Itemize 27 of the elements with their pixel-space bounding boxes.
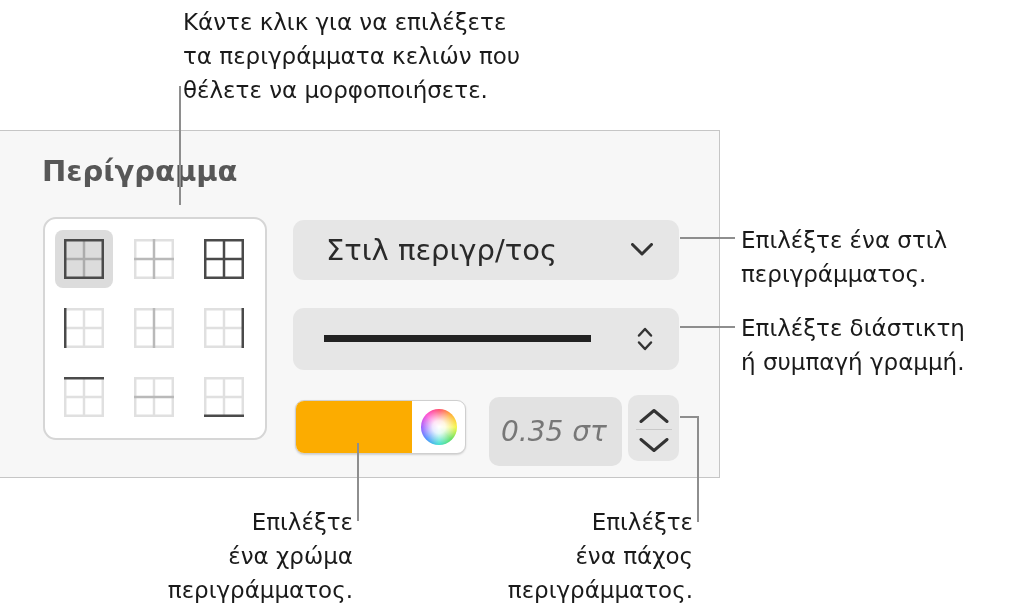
border-option[interactable]	[55, 229, 113, 288]
right-border-icon	[204, 307, 244, 348]
chevron-down-icon	[631, 243, 653, 256]
top-border-icon	[64, 376, 104, 417]
leader-line	[679, 326, 736, 328]
color-wheel-icon	[420, 408, 457, 445]
callout-text: Επιλέξτε ένα πάχος περιγράμματος.	[507, 508, 693, 605]
border-style-dropdown[interactable]: Στιλ περιγρ/τος	[293, 219, 679, 280]
width-stepper[interactable]	[628, 394, 679, 461]
all-borders-icon	[204, 238, 244, 279]
callout-text: Επιλέξτε ένα χρώμα περιγράμματος.	[167, 508, 353, 605]
color-well[interactable]	[295, 399, 466, 454]
outer-border-icon	[64, 238, 104, 279]
left-border-icon	[64, 307, 104, 348]
callout-text: Επιλέξτε διάστικτη ή συμπαγή γραμμή.	[741, 314, 965, 377]
leader-line	[679, 237, 736, 239]
up-down-chevron-icon	[637, 325, 653, 352]
inner-borders-icon	[134, 238, 174, 279]
inner-horizontal-border-icon	[134, 376, 174, 417]
line-style-popup[interactable]	[293, 307, 679, 370]
callout-text: Επιλέξτε ένα στιλ περιγράμματος.	[741, 226, 948, 289]
callout-text: Κάντε κλικ για να επιλέξετε τα περιγράμματα κελιών που θέλετε να μορφοποιήσετε.	[183, 8, 521, 105]
border-width-field[interactable]: 0.35 στ	[489, 396, 622, 466]
bottom-border-icon	[204, 376, 244, 417]
chevron-up-icon	[638, 408, 669, 423]
chevron-down-icon	[638, 437, 669, 452]
inner-vertical-border-icon	[134, 307, 174, 348]
